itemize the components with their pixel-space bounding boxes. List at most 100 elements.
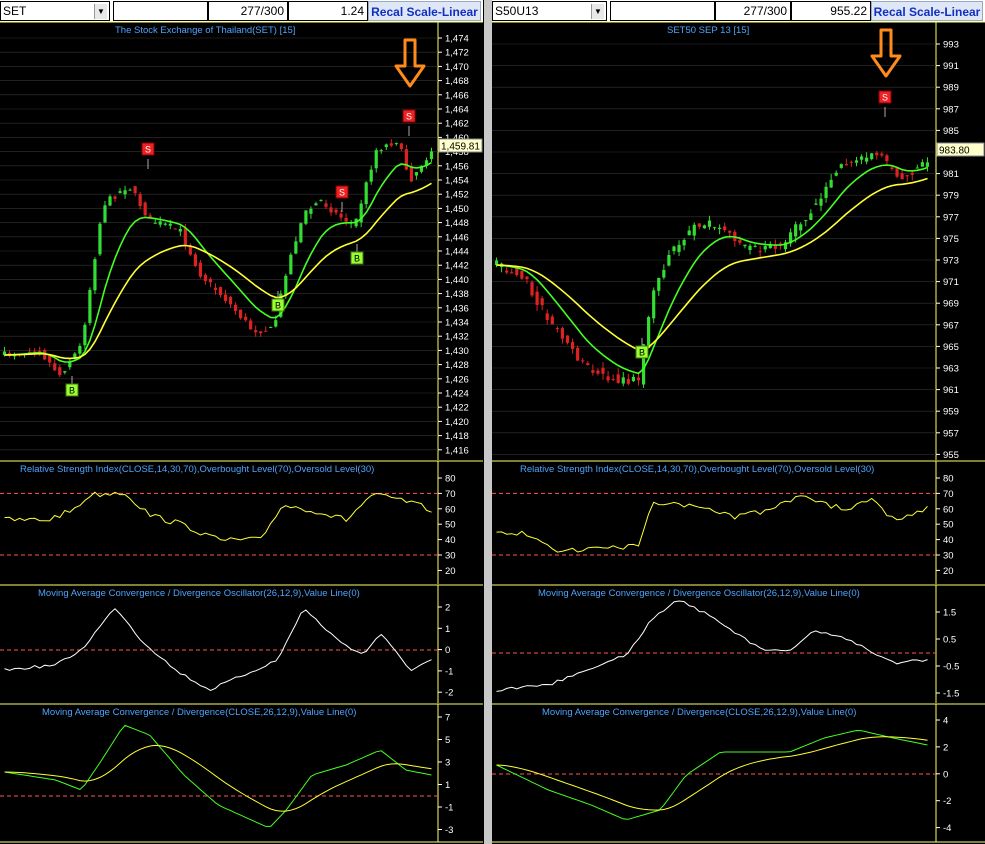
axis-tick-label: 50 bbox=[943, 520, 954, 531]
candle-body bbox=[329, 207, 333, 213]
left-chart-canvas[interactable]: The Stock Exchange of Thailand(SET) [15]… bbox=[0, 0, 483, 844]
right-chart-canvas[interactable]: SET50 SEP 13 [15] Relative Strength Index… bbox=[492, 0, 985, 844]
axis-tick-label: 60 bbox=[445, 504, 456, 515]
panel-title: Moving Average Convergence / Divergence(… bbox=[542, 707, 856, 718]
candle-body bbox=[223, 294, 228, 301]
candle-body bbox=[254, 330, 258, 333]
candle-body bbox=[920, 162, 924, 167]
candle-body bbox=[723, 226, 727, 231]
candle-body bbox=[794, 224, 798, 237]
candle-body bbox=[409, 166, 413, 182]
signal-label: S bbox=[882, 93, 888, 103]
panel-title: Moving Average Convergence / Divergence … bbox=[538, 588, 860, 599]
signal-label: B bbox=[639, 348, 645, 358]
axis-tick-label: 20 bbox=[943, 566, 954, 577]
axis-tick-label: -1.5 bbox=[943, 689, 959, 700]
signal-label: S bbox=[145, 145, 151, 155]
candle-body bbox=[773, 245, 777, 249]
candle-body bbox=[68, 362, 72, 368]
axis-tick-label: 991 bbox=[943, 61, 959, 72]
candle-body bbox=[662, 269, 666, 278]
axis-tick-label: 979 bbox=[943, 191, 959, 202]
axis-tick-label: 0 bbox=[445, 645, 450, 656]
candle-body bbox=[880, 153, 884, 156]
axis-tick-label: 1,418 bbox=[445, 431, 469, 442]
macd-oscillator-line bbox=[496, 600, 928, 692]
candle-body bbox=[429, 151, 434, 160]
pane-divider[interactable] bbox=[484, 0, 492, 844]
candle-body bbox=[799, 224, 803, 231]
candle-body bbox=[753, 245, 757, 247]
axis-tick-label: 1,430 bbox=[445, 346, 469, 357]
axis-tick-label: 977 bbox=[943, 212, 959, 223]
axis-tick-label: 1.5 bbox=[943, 608, 956, 619]
candle-body bbox=[839, 164, 843, 168]
candle-body bbox=[399, 143, 403, 150]
candle-body bbox=[244, 316, 248, 321]
candle-body bbox=[339, 213, 343, 218]
candle-body bbox=[183, 228, 187, 245]
candle-body bbox=[249, 320, 253, 330]
panel-title: Relative Strength Index(CLOSE,14,30,70),… bbox=[520, 464, 874, 475]
axis-tick-label: 1,450 bbox=[445, 204, 469, 215]
candle-body bbox=[844, 164, 848, 166]
candle-body bbox=[404, 149, 408, 170]
candle-body bbox=[743, 244, 747, 247]
axis-tick-label: 80 bbox=[445, 474, 456, 485]
axis-tick-label: 1,446 bbox=[445, 232, 469, 243]
axis-tick-label: 981 bbox=[943, 169, 959, 180]
axis-tick-label: 1,466 bbox=[445, 90, 469, 101]
candle-body bbox=[636, 377, 641, 381]
axis-tick-label: 961 bbox=[943, 385, 959, 396]
axis-tick-label: 30 bbox=[445, 551, 456, 562]
axis-tick-label: 1,470 bbox=[445, 62, 469, 73]
axis-tick-label: 993 bbox=[943, 40, 959, 51]
candle-body bbox=[78, 345, 82, 354]
candle-body bbox=[113, 196, 117, 199]
axis-tick-label: 975 bbox=[943, 234, 959, 245]
candle-body bbox=[259, 331, 263, 334]
candle-body bbox=[274, 320, 278, 327]
candle-body bbox=[379, 150, 383, 152]
candle-body bbox=[854, 160, 859, 163]
signal-label: B bbox=[69, 386, 75, 396]
axis-tick-label: 959 bbox=[943, 407, 959, 418]
candle-body bbox=[128, 189, 132, 191]
candle-body bbox=[702, 225, 706, 229]
candle-body bbox=[319, 199, 323, 201]
axis-tick-label: 1,428 bbox=[445, 360, 469, 371]
panel-title: Moving Average Convergence / Divergence(… bbox=[42, 707, 356, 718]
candle-body bbox=[540, 298, 544, 306]
candle-body bbox=[905, 175, 909, 177]
candle-body bbox=[652, 290, 656, 319]
candle-body bbox=[48, 355, 52, 363]
axis-tick-label: 1,420 bbox=[445, 417, 469, 428]
macd-signal-line bbox=[496, 736, 928, 811]
candle-body bbox=[555, 328, 559, 330]
candle-body bbox=[890, 167, 894, 170]
candle-body bbox=[677, 244, 681, 252]
candle-body bbox=[178, 229, 182, 232]
candle-body bbox=[304, 210, 308, 224]
macd-line bbox=[496, 729, 928, 820]
panel-title: The Stock Exchange of Thailand(SET) [15] bbox=[115, 25, 295, 36]
candle-body bbox=[829, 179, 833, 188]
axis-tick-label: 1 bbox=[445, 780, 450, 791]
orange-down-arrow-icon bbox=[870, 28, 902, 78]
axis-tick-label: 973 bbox=[943, 256, 959, 267]
axis-tick-label: 1,434 bbox=[445, 318, 469, 329]
candle-body bbox=[98, 223, 102, 255]
axis-tick-label: 1,422 bbox=[445, 403, 469, 414]
axis-tick-label: 957 bbox=[943, 428, 959, 439]
candle-body bbox=[218, 287, 223, 296]
candle-body bbox=[819, 198, 823, 206]
axis-tick-label: -2 bbox=[445, 688, 453, 699]
macd-line bbox=[4, 724, 432, 827]
candle-body bbox=[168, 223, 172, 226]
axis-tick-label: 4 bbox=[943, 716, 948, 727]
axis-tick-label: 1,474 bbox=[445, 34, 469, 45]
candle-body bbox=[545, 313, 549, 320]
signal-label: S bbox=[339, 188, 345, 198]
candle-body bbox=[344, 217, 348, 222]
axis-tick-label: 1,472 bbox=[445, 48, 469, 59]
